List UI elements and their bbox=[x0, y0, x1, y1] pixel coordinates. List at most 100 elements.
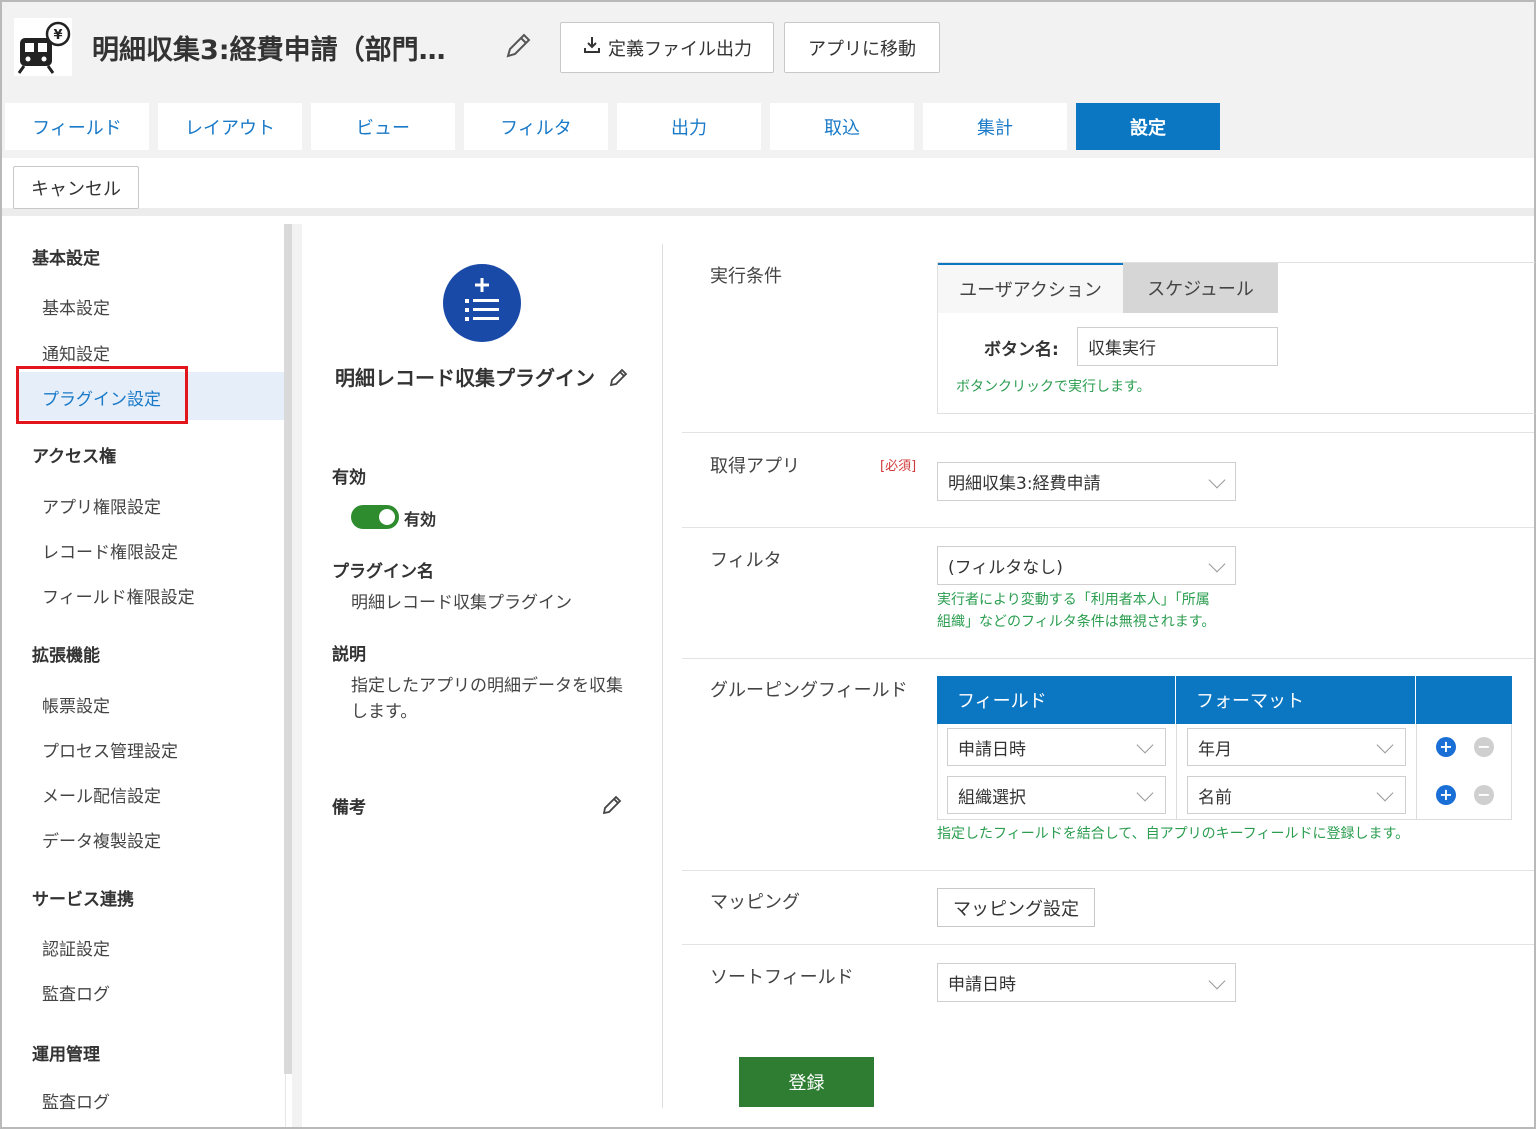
remove-row-icon[interactable]: − bbox=[1474, 785, 1494, 805]
description-label: 説明 bbox=[332, 645, 366, 665]
edit-remarks-pencil-icon[interactable] bbox=[601, 792, 625, 821]
divider bbox=[682, 944, 1534, 945]
sidebar-item-report-settings[interactable]: 帳票設定 bbox=[42, 692, 110, 717]
grouping-format-value-2: 名前 bbox=[1198, 787, 1232, 808]
highlight-annotation-box bbox=[16, 366, 188, 424]
source-app-label: 取得アプリ bbox=[710, 456, 800, 477]
remove-row-icon[interactable]: − bbox=[1474, 737, 1494, 757]
sidebar-item-data-copy-settings[interactable]: データ複製設定 bbox=[42, 827, 161, 852]
required-badge: [必須] bbox=[880, 459, 917, 474]
sidebar-section-access: アクセス権 bbox=[32, 447, 117, 467]
chevron-down-icon bbox=[1208, 972, 1226, 990]
tab-layout[interactable]: レイアウト bbox=[158, 103, 302, 150]
grouping-field-select-2[interactable]: 組織選択 bbox=[947, 776, 1166, 814]
edit-plugin-name-pencil-icon[interactable] bbox=[608, 366, 630, 393]
chevron-down-icon bbox=[1208, 471, 1226, 489]
train-yen-icon: ¥ bbox=[14, 18, 72, 76]
cancel-button[interactable]: キャンセル bbox=[13, 166, 139, 209]
sidebar-section-operations: 運用管理 bbox=[32, 1045, 100, 1065]
sidebar-item-process-settings[interactable]: プロセス管理設定 bbox=[42, 737, 178, 762]
grouping-format-select-1[interactable]: 年月 bbox=[1187, 728, 1406, 766]
enabled-toggle-label: 有効 bbox=[404, 510, 437, 529]
enabled-label: 有効 bbox=[332, 468, 366, 488]
sidebar-item-field-permissions[interactable]: フィールド権限設定 bbox=[42, 583, 195, 608]
plugin-title-text: 明細レコード収集プラグイン bbox=[335, 366, 595, 390]
description-line-1: 指定したアプリの明細データを収集 bbox=[351, 676, 623, 696]
button-name-input[interactable]: 収集実行 bbox=[1077, 327, 1278, 366]
chevron-down-icon bbox=[1136, 784, 1154, 802]
tab-import[interactable]: 取込 bbox=[770, 103, 914, 150]
grouping-header-format: フォーマット bbox=[1176, 676, 1416, 724]
grouping-format-select-2[interactable]: 名前 bbox=[1187, 776, 1406, 814]
exec-condition-panel: ユーザアクション スケジュール ボタン名: 収集実行 ボタンクリックで実行します… bbox=[937, 262, 1535, 414]
export-definition-label: 定義ファイル出力 bbox=[608, 38, 752, 60]
remarks-label: 備考 bbox=[332, 798, 366, 818]
divider bbox=[682, 527, 1534, 528]
app-title: 明細収集3:経費申請（部門… bbox=[92, 35, 446, 66]
add-row-icon[interactable]: + bbox=[1436, 785, 1456, 805]
tab-user-action[interactable]: ユーザアクション bbox=[938, 263, 1123, 313]
add-row-icon[interactable]: + bbox=[1436, 737, 1456, 757]
tab-schedule[interactable]: スケジュール bbox=[1123, 263, 1278, 313]
grouping-header-field: フィールド bbox=[937, 676, 1176, 724]
grouping-table-header: フィールド フォーマット bbox=[937, 676, 1512, 724]
tab-filter[interactable]: フィルタ bbox=[464, 103, 608, 150]
chevron-down-icon bbox=[1376, 784, 1394, 802]
mapping-label: マッピング bbox=[710, 892, 800, 913]
tab-output[interactable]: 出力 bbox=[617, 103, 761, 150]
grouping-field-value-2: 組織選択 bbox=[958, 787, 1026, 808]
filter-value: (フィルタなし) bbox=[948, 558, 1063, 578]
export-definition-button[interactable]: 定義ファイル出力 bbox=[560, 22, 774, 73]
grouping-format-value-1: 年月 bbox=[1198, 739, 1232, 760]
sidebar-item-basic-settings[interactable]: 基本設定 bbox=[42, 294, 110, 319]
svg-text:¥: ¥ bbox=[53, 28, 62, 43]
sidebar-item-audit-log-ops[interactable]: 監査ログ bbox=[42, 1088, 110, 1113]
toolbar: キャンセル bbox=[2, 158, 1534, 216]
chevron-down-icon bbox=[1136, 736, 1154, 754]
plugin-list-icon bbox=[443, 264, 521, 342]
sidebar-scrollbar[interactable] bbox=[284, 224, 292, 1074]
plugin-title: 明細レコード収集プラグイン bbox=[335, 362, 630, 393]
plugin-name-value: 明細レコード収集プラグイン bbox=[351, 593, 572, 613]
exec-condition-label: 実行条件 bbox=[710, 266, 782, 287]
sidebar-item-audit-log[interactable]: 監査ログ bbox=[42, 980, 110, 1005]
sort-field-label: ソートフィールド bbox=[710, 967, 854, 988]
sidebar-section-extensions: 拡張機能 bbox=[32, 646, 100, 666]
tab-settings[interactable]: 設定 bbox=[1076, 103, 1220, 150]
button-note: ボタンクリックで実行します。 bbox=[956, 379, 1151, 395]
sidebar-item-record-permissions[interactable]: レコード権限設定 bbox=[42, 538, 178, 563]
enabled-toggle[interactable] bbox=[351, 505, 399, 529]
sort-field-select[interactable]: 申請日時 bbox=[937, 963, 1236, 1002]
register-button[interactable]: 登録 bbox=[739, 1057, 874, 1107]
sort-field-value: 申請日時 bbox=[948, 975, 1016, 995]
divider bbox=[682, 870, 1534, 871]
grouping-note: 指定したフィールドを結合して、自アプリのキーフィールドに登録します。 bbox=[937, 826, 1410, 842]
grouping-field-select-1[interactable]: 申請日時 bbox=[947, 728, 1166, 766]
tab-field[interactable]: フィールド bbox=[5, 103, 149, 150]
goto-app-button[interactable]: アプリに移動 bbox=[784, 22, 940, 73]
column-divider bbox=[662, 244, 663, 1108]
grouping-field-value-1: 申請日時 bbox=[958, 739, 1026, 760]
grouping-table-body: 申請日時 年月 + − 組織選択 名前 + − bbox=[937, 724, 1512, 820]
sidebar-section-basic: 基本設定 bbox=[32, 249, 100, 269]
mapping-settings-button[interactable]: マッピング設定 bbox=[937, 888, 1095, 927]
sidebar-item-mail-settings[interactable]: メール配信設定 bbox=[42, 782, 161, 807]
source-app-select[interactable]: 明細収集3:経費申請 bbox=[937, 462, 1236, 501]
column-divider bbox=[1416, 724, 1417, 820]
description-line-2: します。 bbox=[351, 702, 418, 722]
grouping-label: グルーピングフィールド bbox=[710, 680, 908, 701]
tab-view[interactable]: ビュー bbox=[311, 103, 455, 150]
sidebar-item-auth-settings[interactable]: 認証設定 bbox=[42, 935, 110, 960]
edit-title-pencil-icon[interactable] bbox=[502, 30, 534, 62]
sidebar-item-notification-settings[interactable]: 通知設定 bbox=[42, 340, 110, 365]
sidebar-item-app-permissions[interactable]: アプリ権限設定 bbox=[42, 493, 161, 518]
sidebar-gutter bbox=[292, 224, 302, 1127]
chevron-down-icon bbox=[1208, 555, 1226, 573]
source-app-value: 明細収集3:経費申請 bbox=[948, 474, 1101, 494]
filter-select[interactable]: (フィルタなし) bbox=[937, 546, 1236, 585]
column-divider bbox=[1176, 724, 1177, 820]
button-name-label: ボタン名: bbox=[984, 340, 1059, 360]
goto-app-label: アプリに移動 bbox=[808, 38, 916, 60]
settings-sidebar: 基本設定 基本設定 通知設定 プラグイン設定 アクセス権 アプリ権限設定 レコー… bbox=[2, 224, 286, 1127]
tab-aggregate[interactable]: 集計 bbox=[923, 103, 1067, 150]
